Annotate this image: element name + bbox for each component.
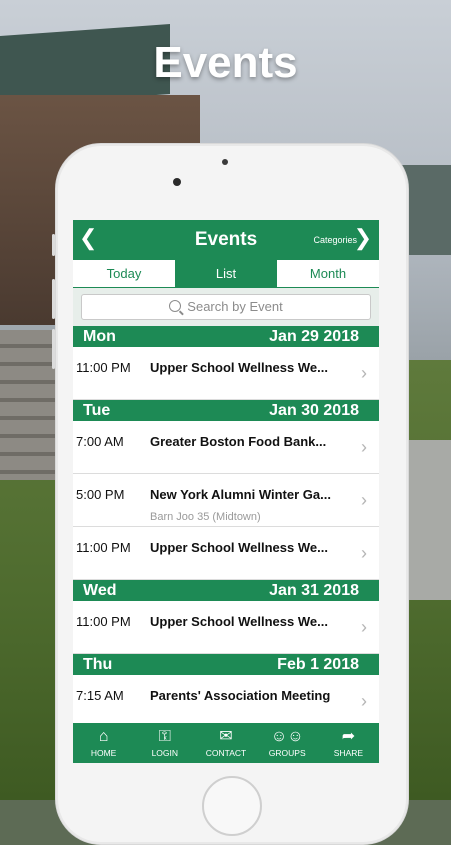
event-name: Parents' Association Meeting — [150, 688, 331, 703]
event-row[interactable]: 11:00 PM Upper School Wellness We... › — [73, 347, 379, 400]
event-row[interactable]: 11:00 PM Upper School Wellness We... › — [73, 527, 379, 580]
tab-month[interactable]: Month — [277, 260, 379, 287]
mute-switch — [52, 234, 55, 256]
event-time: 11:00 PM — [76, 360, 131, 375]
nav-login[interactable]: ⚿ LOGIN — [134, 723, 195, 763]
tab-list[interactable]: List — [175, 260, 277, 287]
chevron-right-icon: › — [361, 490, 367, 510]
event-time: 7:15 AM — [76, 688, 124, 703]
nav-groups[interactable]: ☺☺ GROUPS — [257, 723, 318, 763]
chevron-right-icon: › — [361, 617, 367, 637]
chevron-right-icon: › — [361, 363, 367, 383]
app-screen: ❮ Events Categories ❯ Today List Month S… — [73, 220, 379, 763]
event-row[interactable]: 7:15 AM Parents' Association Meeting › — [73, 675, 379, 728]
search-icon — [169, 300, 182, 312]
search-area: Search by Event — [73, 288, 379, 326]
day-header: Tue Jan 30 2018 — [73, 400, 379, 421]
speaker-dot — [222, 159, 228, 165]
nav-label: CONTACT — [205, 748, 247, 758]
day-header: Mon Jan 29 2018 — [73, 326, 379, 347]
day-of-week: Mon — [83, 328, 116, 345]
event-name: Greater Boston Food Bank... — [150, 434, 327, 449]
top-navigation-bar: ❮ Events Categories ❯ — [73, 220, 379, 260]
promo-headline: Events — [153, 38, 298, 87]
volume-up-button — [52, 279, 55, 319]
day-header: Wed Jan 31 2018 — [73, 580, 379, 601]
chevron-right-icon: › — [361, 691, 367, 711]
front-camera — [173, 178, 181, 186]
chevron-right-icon: › — [361, 543, 367, 563]
event-time: 11:00 PM — [76, 540, 131, 555]
categories-chevron-icon[interactable]: ❯ — [354, 227, 372, 249]
view-tabs: Today List Month — [73, 260, 379, 288]
search-placeholder: Search by Event — [187, 299, 283, 314]
bottom-tab-bar: ⌂ HOME ⚿ LOGIN ✉ CONTACT ☺☺ GROUPS ➦ SHA… — [73, 723, 379, 763]
day-of-week: Wed — [83, 582, 117, 599]
envelope-icon: ✉ — [219, 728, 233, 745]
day-date: Jan 29 2018 — [269, 328, 359, 345]
event-name: Upper School Wellness We... — [150, 614, 328, 629]
day-date: Jan 31 2018 — [269, 582, 359, 599]
nav-label: SHARE — [333, 748, 364, 758]
home-button[interactable] — [202, 776, 262, 836]
nav-home[interactable]: ⌂ HOME — [73, 723, 134, 763]
categories-link[interactable]: Categories — [313, 235, 357, 245]
nav-contact[interactable]: ✉ CONTACT — [195, 723, 256, 763]
nav-share[interactable]: ➦ SHARE — [318, 723, 379, 763]
event-row[interactable]: 5:00 PM New York Alumni Winter Ga... Bar… — [73, 474, 379, 527]
chevron-right-icon: › — [361, 437, 367, 457]
day-of-week: Thu — [83, 656, 113, 673]
nav-label: HOME — [90, 748, 117, 758]
home-icon: ⌂ — [98, 728, 109, 745]
event-name: Upper School Wellness We... — [150, 540, 328, 555]
event-time: 7:00 AM — [76, 434, 124, 449]
tab-today[interactable]: Today — [73, 260, 175, 287]
share-icon: ➦ — [341, 728, 356, 745]
event-name: Upper School Wellness We... — [150, 360, 328, 375]
event-time: 5:00 PM — [76, 487, 125, 502]
event-time: 11:00 PM — [76, 614, 131, 629]
volume-down-button — [52, 329, 55, 369]
search-input[interactable]: Search by Event — [81, 294, 371, 320]
nav-label: GROUPS — [268, 748, 306, 758]
event-location: Barn Joo 35 (Midtown) — [150, 511, 261, 523]
day-header: Thu Feb 1 2018 — [73, 654, 379, 675]
day-date: Jan 30 2018 — [269, 402, 359, 419]
nav-label: LOGIN — [151, 748, 179, 758]
event-row[interactable]: 11:00 PM Upper School Wellness We... › — [73, 601, 379, 654]
key-icon: ⚿ — [158, 728, 171, 745]
event-row[interactable]: 7:00 AM Greater Boston Food Bank... › — [73, 421, 379, 474]
groups-icon: ☺☺ — [270, 728, 304, 745]
day-of-week: Tue — [83, 402, 111, 419]
day-date: Feb 1 2018 — [277, 656, 359, 673]
event-name: New York Alumni Winter Ga... — [150, 487, 331, 502]
